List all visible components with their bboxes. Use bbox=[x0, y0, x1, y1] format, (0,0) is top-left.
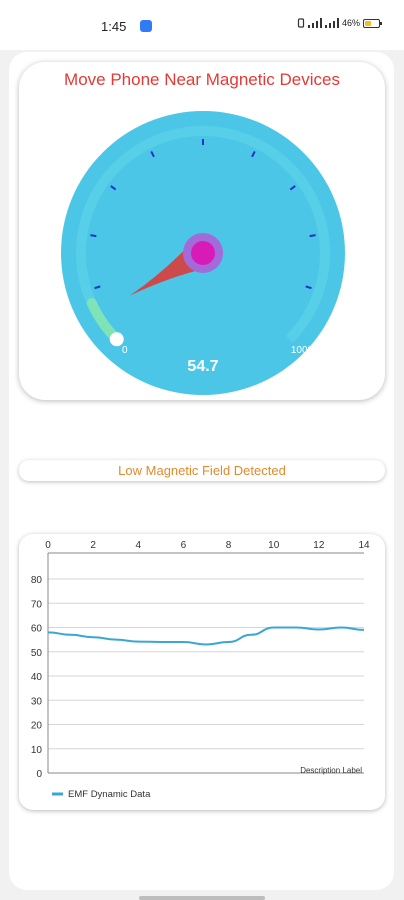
chart-y-tick-label: 10 bbox=[31, 745, 43, 756]
chart-x-ticks: 0 2 4 6 8 10 12 14 bbox=[45, 540, 370, 551]
chart-description-label: Description Label bbox=[300, 766, 362, 775]
chart-x-tick-label: 4 bbox=[136, 540, 142, 551]
legend-label: EMF Dynamic Data bbox=[68, 789, 151, 800]
chart-y-tick-label: 0 bbox=[36, 769, 42, 780]
chart-y-tick-label: 50 bbox=[31, 648, 43, 659]
chart-y-tick-label: 20 bbox=[31, 721, 43, 732]
chart-series-line bbox=[47, 626, 365, 646]
chart-x-tick-label: 12 bbox=[313, 540, 325, 551]
chart-y-tick-label: 80 bbox=[31, 575, 43, 586]
chart-y-ticks: 0 10 20 30 40 50 60 70 80 bbox=[31, 575, 43, 780]
chart-grid bbox=[47, 552, 364, 774]
chart-x-tick-label: 14 bbox=[358, 540, 370, 551]
home-indicator[interactable] bbox=[139, 896, 265, 900]
chart-y-tick-label: 60 bbox=[31, 624, 43, 635]
chart-x-tick-label: 8 bbox=[226, 540, 232, 551]
emf-line-chart: 0 2 4 6 8 10 12 14 0 10 20 30 40 50 60 70 80 Descriptio… bbox=[31, 540, 370, 800]
chart-y-tick-label: 30 bbox=[31, 696, 43, 707]
chart-x-tick-label: 10 bbox=[268, 540, 280, 551]
chart-x-tick-label: 0 bbox=[45, 540, 51, 551]
chart-x-tick-label: 6 bbox=[181, 540, 187, 551]
chart-y-tick-label: 40 bbox=[31, 672, 43, 683]
chart-y-tick-label: 70 bbox=[31, 599, 43, 610]
chart-x-tick-label: 2 bbox=[90, 540, 96, 551]
